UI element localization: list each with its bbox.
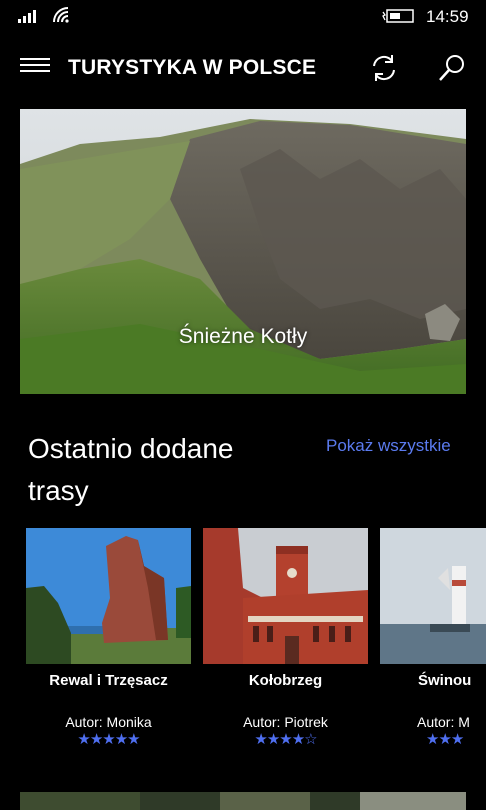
rating-stars: ★★★★★ <box>77 731 140 748</box>
route-author: Autor: Monika <box>65 714 152 730</box>
next-section-image <box>20 792 466 810</box>
route-card[interactable]: Rewal i Trzęsacz Autor: Monika ★★★★★ <box>26 528 191 748</box>
rating-stars: ★★★★☆ <box>254 731 317 748</box>
route-thumbnail <box>203 528 368 664</box>
route-carousel[interactable]: Rewal i Trzęsacz Autor: Monika ★★★★★ Koł <box>0 528 486 778</box>
status-bar: 14:59 <box>0 0 486 32</box>
route-thumbnail <box>26 528 191 664</box>
route-name: Rewal i Trzęsacz <box>49 672 168 689</box>
section-title: Ostatnio dodane trasy <box>28 433 234 506</box>
rating-stars: ★★★ <box>426 731 464 748</box>
mountain-image <box>20 109 466 394</box>
signal-icon <box>18 10 36 23</box>
show-all-link[interactable]: Pokaż wszystkie <box>326 436 451 456</box>
route-author: Autor: M <box>417 714 470 730</box>
app-title: TURYSTYKA W POLSCE <box>68 56 317 79</box>
hamburger-menu-icon[interactable] <box>20 54 50 80</box>
route-author: Autor: Piotrek <box>243 714 328 730</box>
route-name: Świnou <box>418 672 472 689</box>
app-bar: TURYSTYKA W POLSCE <box>0 40 486 96</box>
clock: 14:59 <box>426 7 469 26</box>
featured-route-card[interactable]: Śnieżne Kotły <box>20 109 466 394</box>
route-name: Kołobrzeg <box>248 672 323 689</box>
search-icon[interactable] <box>436 52 468 84</box>
route-card[interactable]: Kołobrzeg Autor: Piotrek ★★★★☆ <box>203 528 368 748</box>
route-card[interactable]: Świnou Autor: M ★★★ <box>380 528 486 748</box>
featured-route-title: Śnieżne Kotły <box>178 325 308 348</box>
route-thumbnail <box>380 528 486 664</box>
wifi-icon <box>53 7 69 23</box>
refresh-icon[interactable] <box>368 52 400 84</box>
battery-icon <box>382 9 414 23</box>
